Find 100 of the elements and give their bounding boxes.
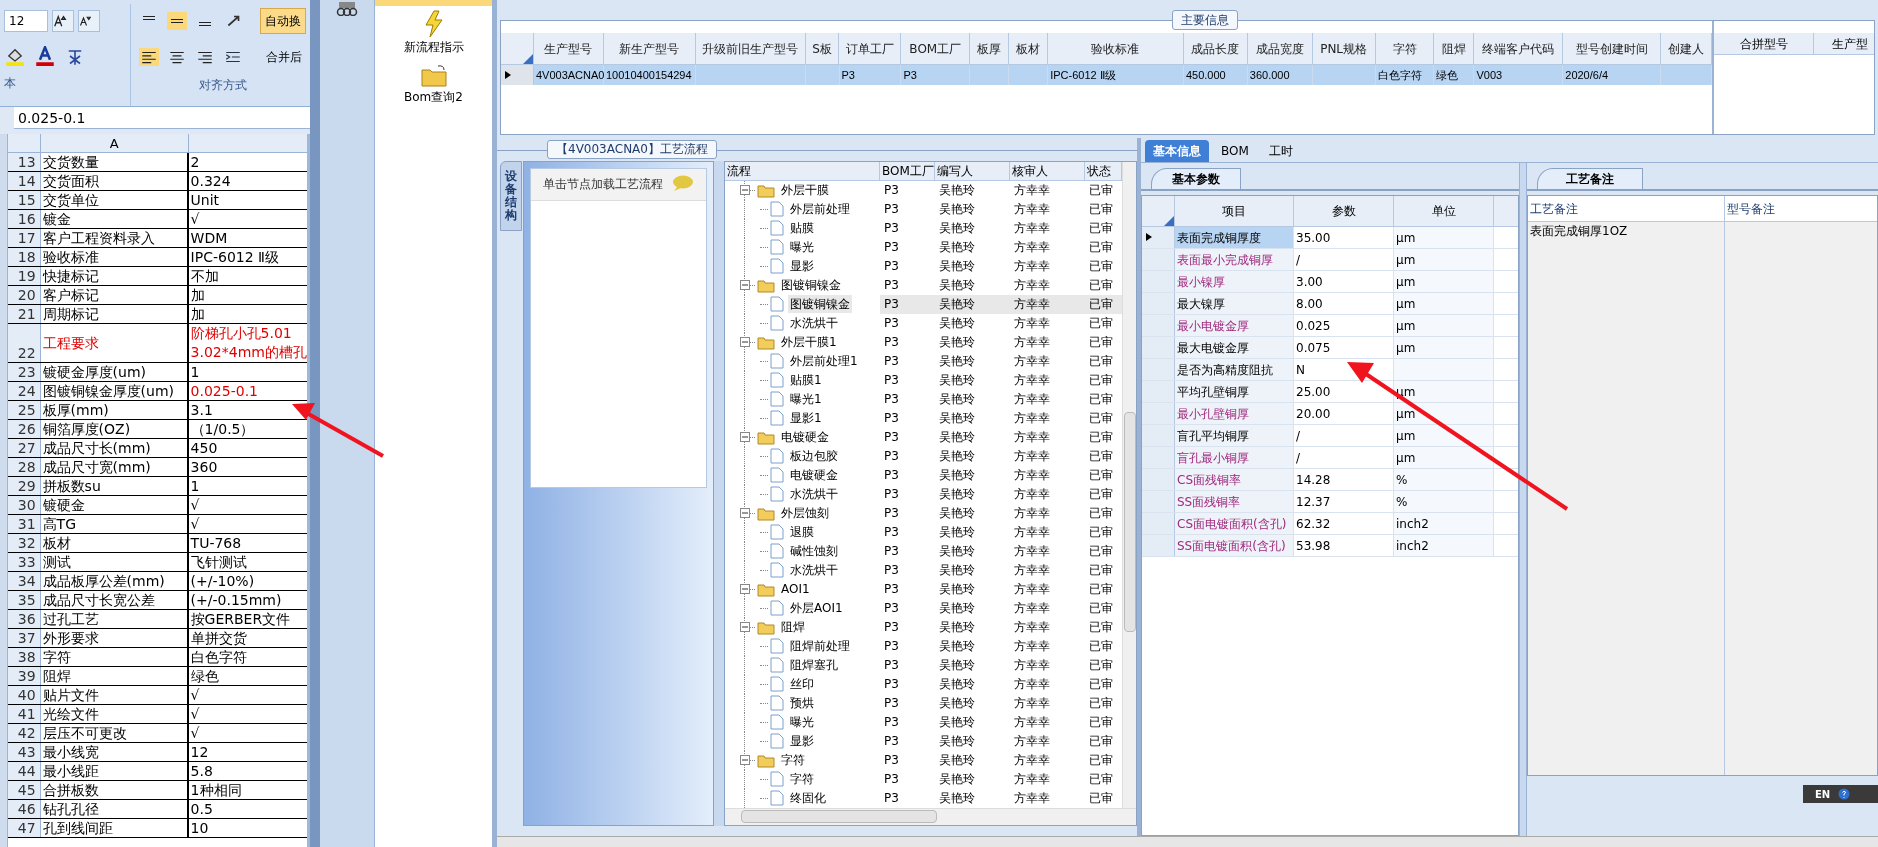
splitter[interactable] bbox=[1519, 162, 1527, 836]
tab[interactable]: 工时 bbox=[1260, 139, 1301, 162]
table-cell[interactable]: 盲孔平均铜厚 bbox=[1175, 424, 1294, 446]
tree-row[interactable]: 图镀铜镍金 P3 吴艳玲 方幸幸 已审 bbox=[725, 275, 1122, 295]
table-cell: P3 bbox=[884, 296, 899, 311]
row-header[interactable] bbox=[1142, 226, 1175, 248]
tree-row[interactable]: AOI1 P3 吴艳玲 方幸幸 已审 bbox=[725, 579, 1122, 599]
tree-row[interactable]: 图镀铜镍金 P3 吴艳玲 方幸幸 已审 bbox=[725, 294, 1122, 314]
language-bar[interactable]: EN bbox=[1803, 785, 1878, 803]
nav-item[interactable]: Bom查询2 bbox=[404, 64, 463, 106]
tree-row[interactable]: 贴膜1 P3 吴艳玲 方幸幸 已审 bbox=[725, 370, 1122, 390]
tree-row[interactable]: 预烘 P3 吴艳玲 方幸幸 已审 bbox=[725, 693, 1122, 713]
column-header[interactable]: 终端客户代码 bbox=[1474, 33, 1564, 64]
column-header[interactable]: 项目 bbox=[1175, 195, 1294, 226]
column-header[interactable]: PNL规格 bbox=[1312, 33, 1376, 64]
tree-row[interactable]: 阻焊前处理 P3 吴艳玲 方幸幸 已审 bbox=[725, 636, 1122, 656]
column-header[interactable]: 阻焊 bbox=[1434, 33, 1475, 64]
tree-row[interactable]: 丝印 P3 吴艳玲 方幸幸 已审 bbox=[725, 674, 1122, 694]
tree-row[interactable]: 水洗烘干 P3 吴艳玲 方幸幸 已审 bbox=[725, 484, 1122, 504]
vertical-scrollbar[interactable] bbox=[1122, 161, 1136, 808]
table-cell[interactable]: 最大电镀金厚 bbox=[1175, 336, 1294, 358]
tree-row[interactable]: 外层AOI1 P3 吴艳玲 方幸幸 已审 bbox=[725, 598, 1122, 618]
column-header[interactable]: 单位 bbox=[1394, 195, 1494, 226]
column-header[interactable]: S板 bbox=[805, 33, 840, 64]
tree-row[interactable]: 退膜 P3 吴艳玲 方幸幸 已审 bbox=[725, 522, 1122, 542]
tree-row[interactable]: 显影1 P3 吴艳玲 方幸幸 已审 bbox=[725, 408, 1122, 428]
column-header[interactable]: 新生产型号 bbox=[603, 33, 696, 64]
side-tab[interactable]: 设备结构 bbox=[500, 160, 522, 232]
tree-row[interactable]: 字符 P3 吴艳玲 方幸幸 已审 bbox=[725, 769, 1122, 789]
tree-row[interactable]: 外层前处理 P3 吴艳玲 方幸幸 已审 bbox=[725, 199, 1122, 219]
tree-row[interactable]: 碱性蚀刻 P3 吴艳玲 方幸幸 已审 bbox=[725, 541, 1122, 561]
tree-row[interactable]: 贴膜 P3 吴艳玲 方幸幸 已审 bbox=[725, 218, 1122, 238]
row-header[interactable] bbox=[501, 65, 534, 85]
tree-row[interactable]: 板边包胶 P3 吴艳玲 方幸幸 已审 bbox=[725, 446, 1122, 466]
column-header[interactable]: 订单工厂 bbox=[839, 33, 902, 64]
column-header[interactable]: 字符 bbox=[1375, 33, 1435, 64]
font-size-field[interactable]: 12 bbox=[4, 10, 48, 32]
tree-row[interactable]: 阻焊 P3 吴艳玲 方幸幸 已审 bbox=[725, 617, 1122, 637]
tree-row[interactable]: 外层前处理1 P3 吴艳玲 方幸幸 已审 bbox=[725, 351, 1122, 371]
nav-item[interactable]: 新流程指示 bbox=[403, 10, 464, 56]
tree-row[interactable]: 曝光 P3 吴艳玲 方幸幸 已审 bbox=[725, 237, 1122, 257]
table-cell[interactable]: 最小电镀金厚 bbox=[1175, 314, 1294, 336]
table-cell[interactable]: 最小镍厚 bbox=[1175, 270, 1294, 292]
column-header[interactable]: 成品长度 bbox=[1183, 33, 1248, 64]
table-cell[interactable]: 平均孔壁铜厚 bbox=[1175, 380, 1294, 402]
formula-bar[interactable]: 0.025-0.1 bbox=[14, 107, 310, 129]
horizontal-scrollbar[interactable] bbox=[725, 807, 1136, 825]
table-cell[interactable]: SS面残铜率 bbox=[1175, 490, 1294, 512]
column-header[interactable]: 成品宽度 bbox=[1247, 33, 1313, 64]
tree-row[interactable]: 外层干膜 P3 吴艳玲 方幸幸 已审 bbox=[725, 180, 1122, 200]
tree-row[interactable]: 水洗烘干 P3 吴艳玲 方幸幸 已审 bbox=[725, 313, 1122, 333]
tree-row[interactable]: 显影 P3 吴艳玲 方幸幸 已审 bbox=[725, 731, 1122, 751]
column-header[interactable]: 生产型 bbox=[1814, 33, 1874, 54]
tab[interactable]: BOM bbox=[1213, 139, 1257, 162]
column-header[interactable]: 创建人 bbox=[1661, 33, 1712, 64]
tree-row[interactable]: 阻焊塞孔 P3 吴艳玲 方幸幸 已审 bbox=[725, 655, 1122, 675]
tree-row[interactable]: 电镀硬金 P3 吴艳玲 方幸幸 已审 bbox=[725, 427, 1122, 447]
table-cell[interactable]: 表面完成铜厚度 bbox=[1175, 226, 1294, 248]
merge-button[interactable]: 合并后 bbox=[262, 46, 306, 68]
tab[interactable]: 基本参数 bbox=[1151, 167, 1241, 189]
vertical-align-button[interactable] bbox=[167, 12, 187, 30]
table-row[interactable]: 4V003ACNA0 10010400154294 P3 P3 IPC-6012 Ⅱ级 450.000 360.000 白色字符 绿色 V003 2020/6/4 bbox=[501, 65, 1712, 85]
tab[interactable]: 基本信息 bbox=[1145, 139, 1209, 162]
column-header[interactable]: 工艺备注 bbox=[1528, 195, 1725, 221]
grow-font-button[interactable] bbox=[52, 10, 74, 32]
tree-row[interactable]: 曝光 P3 吴艳玲 方幸幸 已审 bbox=[725, 712, 1122, 732]
tree-row[interactable]: 水洗烘干 P3 吴艳玲 方幸幸 已审 bbox=[725, 560, 1122, 580]
column-header[interactable]: 升级前旧生产型号 bbox=[695, 33, 806, 64]
table-cell[interactable]: SS面电镀面积(含孔) bbox=[1175, 534, 1294, 556]
column-header[interactable]: 板材 bbox=[1009, 33, 1049, 64]
column-header[interactable]: 编写人 bbox=[935, 161, 1010, 180]
column-header[interactable]: 型号创建时间 bbox=[1563, 33, 1662, 64]
tab[interactable]: 工艺备注 bbox=[1537, 167, 1643, 189]
table-cell[interactable]: CS面电镀面积(含孔) bbox=[1175, 512, 1294, 534]
column-header[interactable]: 验收标准 bbox=[1048, 33, 1184, 64]
table-cell[interactable]: 是否为高精度阻抗 bbox=[1175, 358, 1294, 380]
table-cell[interactable]: 最小孔壁铜厚 bbox=[1175, 402, 1294, 424]
column-header[interactable]: 合拼型号 bbox=[1714, 33, 1814, 54]
tree-row[interactable]: 字符 P3 吴艳玲 方幸幸 已审 bbox=[725, 750, 1122, 770]
column-header[interactable]: BOM工厂 bbox=[880, 161, 935, 180]
tree-row[interactable]: 电镀硬金 P3 吴艳玲 方幸幸 已审 bbox=[725, 465, 1122, 485]
column-header[interactable]: 参数 bbox=[1294, 195, 1394, 226]
column-header[interactable]: 板厚 bbox=[970, 33, 1010, 64]
table-cell[interactable]: 表面最小完成铜厚 bbox=[1175, 248, 1294, 270]
column-header[interactable]: 流程 bbox=[725, 161, 880, 180]
table-cell[interactable]: 最大镍厚 bbox=[1175, 292, 1294, 314]
wrap-text-button[interactable]: 自动换 bbox=[260, 8, 306, 34]
shrink-font-button[interactable] bbox=[78, 10, 100, 32]
column-header[interactable]: BOM工厂 bbox=[901, 33, 971, 64]
tree-row[interactable]: 外层干膜1 P3 吴艳玲 方幸幸 已审 bbox=[725, 332, 1122, 352]
column-header[interactable]: 生产型号 bbox=[533, 33, 604, 64]
table-cell[interactable]: CS面残铜率 bbox=[1175, 468, 1294, 490]
tree-row[interactable]: 显影 P3 吴艳玲 方幸幸 已审 bbox=[725, 256, 1122, 276]
tree-row[interactable]: 外层蚀刻 P3 吴艳玲 方幸幸 已审 bbox=[725, 503, 1122, 523]
column-header[interactable]: 核审人 bbox=[1010, 161, 1085, 180]
column-header[interactable]: 型号备注 bbox=[1725, 195, 1877, 221]
tree-row[interactable]: 曝光1 P3 吴艳玲 方幸幸 已审 bbox=[725, 389, 1122, 409]
table-cell[interactable]: 盲孔最小铜厚 bbox=[1175, 446, 1294, 468]
tree-row[interactable]: 终固化 P3 吴艳玲 方幸幸 已审 bbox=[725, 788, 1122, 808]
splitter[interactable] bbox=[714, 160, 724, 826]
